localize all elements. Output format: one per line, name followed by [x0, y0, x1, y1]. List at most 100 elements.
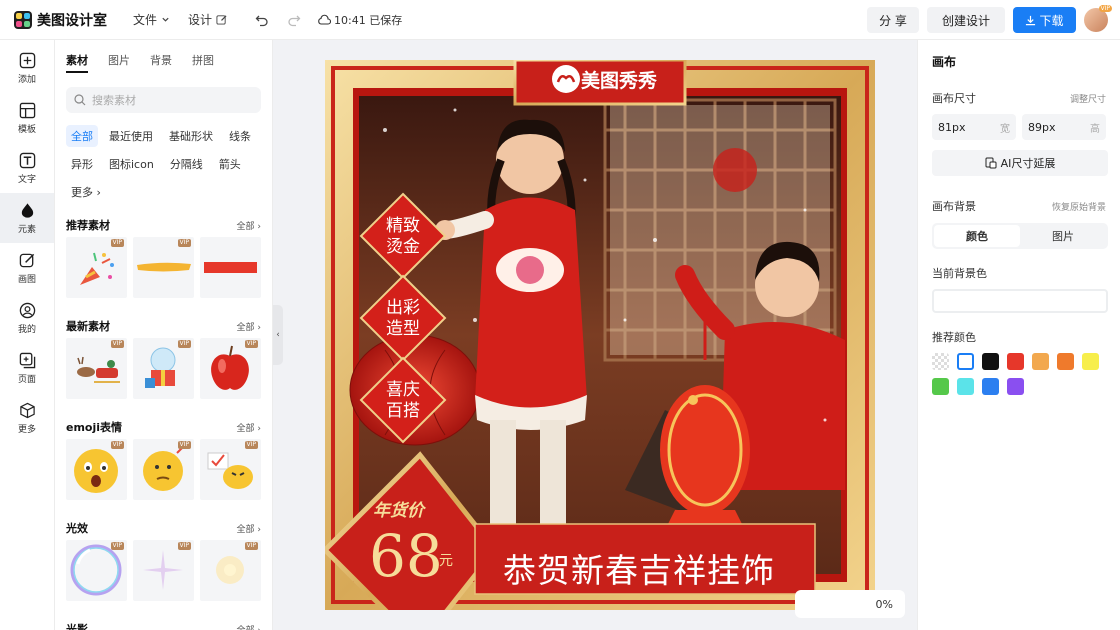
- rail-item-mine[interactable]: 我的: [0, 293, 54, 343]
- chip-icons[interactable]: 图标icon: [104, 153, 159, 175]
- asset-thumb[interactable]: VIP: [66, 237, 127, 298]
- chip-basic-shapes[interactable]: 基础形状: [164, 125, 218, 147]
- download-icon: [1026, 15, 1036, 25]
- restore-bg-link[interactable]: 恢复原始背景: [1052, 200, 1106, 213]
- cube-icon: [19, 402, 35, 418]
- asset-thumb[interactable]: VIP: [200, 540, 261, 601]
- vip-badge: VIP: [177, 441, 191, 449]
- asset-thumb[interactable]: VIP: [200, 338, 261, 399]
- bg-type-image[interactable]: 图片: [1020, 225, 1106, 247]
- section-light-shadow: 光影 全部 ›: [66, 617, 261, 630]
- rail-label: 画图: [17, 274, 36, 285]
- asset-thumb[interactable]: VIP: [66, 338, 127, 399]
- page-icon: [19, 352, 35, 368]
- width-value: 81px: [938, 120, 966, 134]
- swatch-purple[interactable]: [1007, 378, 1024, 395]
- tab-backgrounds[interactable]: 背景: [150, 52, 172, 73]
- app-logo[interactable]: 美图设计室: [14, 10, 107, 30]
- see-all-link[interactable]: 全部 ›: [237, 219, 261, 232]
- poster-price-tag: 年货价: [373, 501, 424, 521]
- redo-button[interactable]: [283, 9, 305, 31]
- create-design-button[interactable]: 创建设计: [927, 7, 1005, 33]
- canvas-settings-panel: 画布 画布尺寸 调整尺寸 81px 宽 89px 高 AI尺寸延展 画布背景 恢复原…: [917, 40, 1120, 630]
- rail-item-elements[interactable]: 元素: [0, 193, 54, 243]
- width-field[interactable]: 81px 宽: [932, 114, 1016, 140]
- undo-icon: [255, 15, 268, 26]
- swatch-transparent[interactable]: [932, 353, 949, 370]
- swatch-red[interactable]: [1007, 353, 1024, 370]
- asset-thumb[interactable]: VIP: [133, 237, 194, 298]
- vip-badge: VIP: [110, 239, 124, 247]
- logo-icon: [14, 10, 32, 29]
- chip-dividers[interactable]: 分隔线: [165, 153, 208, 175]
- current-bg-swatch[interactable]: [932, 289, 1108, 313]
- vip-badge: VIP: [244, 441, 258, 449]
- rail-item-text[interactable]: 文字: [0, 143, 54, 193]
- tab-materials[interactable]: 素材: [66, 52, 88, 73]
- ai-resize-icon: [985, 157, 997, 169]
- height-unit: 高: [1090, 123, 1100, 135]
- chip-lines[interactable]: 线条: [224, 125, 256, 147]
- asset-panel: 素材 图片 背景 拼图 搜索素材 全部 最近使用 基础形状 线条 异形 图标ic…: [55, 40, 273, 630]
- asset-thumb[interactable]: [200, 237, 261, 298]
- see-all-link[interactable]: 全部 ›: [237, 421, 261, 434]
- asset-thumb[interactable]: VIP: [200, 439, 261, 500]
- vip-badge: VIP: [244, 542, 258, 550]
- adjust-size-link[interactable]: 调整尺寸: [1070, 92, 1106, 105]
- bg-type-color[interactable]: 颜色: [934, 225, 1020, 247]
- rail-label: 元素: [17, 224, 36, 235]
- tab-images[interactable]: 图片: [108, 52, 130, 73]
- design-menu[interactable]: 设计: [188, 11, 227, 28]
- asset-thumb[interactable]: VIP: [66, 439, 127, 500]
- zoom-control[interactable]: 0%: [795, 590, 905, 618]
- swatch-black[interactable]: [982, 353, 999, 370]
- search-input[interactable]: 搜索素材: [66, 87, 261, 113]
- see-all-link[interactable]: 全部 ›: [237, 623, 261, 630]
- see-all-link[interactable]: 全部 ›: [237, 320, 261, 333]
- ai-size-expand-label: AI尺寸延展: [1000, 157, 1056, 170]
- asset-thumb[interactable]: VIP: [66, 540, 127, 601]
- avatar[interactable]: VIP: [1084, 5, 1112, 32]
- file-menu[interactable]: 文件: [133, 11, 170, 28]
- search-placeholder: 搜索素材: [92, 94, 136, 107]
- file-menu-label: 文件: [133, 13, 158, 27]
- swatch-white[interactable]: [957, 353, 974, 370]
- collapse-panel-button[interactable]: ‹: [273, 305, 283, 365]
- see-all-link[interactable]: 全部 ›: [237, 522, 261, 535]
- chip-more[interactable]: 更多 ›: [66, 181, 106, 203]
- asset-thumb[interactable]: VIP: [133, 439, 194, 500]
- share-button[interactable]: 分 享: [867, 7, 919, 33]
- rail-item-more[interactable]: 更多: [0, 393, 54, 443]
- download-button[interactable]: 下载: [1013, 7, 1076, 33]
- rail-item-template[interactable]: 模板: [0, 93, 54, 143]
- rail-item-add[interactable]: 添加: [0, 43, 54, 93]
- tab-collage[interactable]: 拼图: [192, 52, 214, 73]
- swatch-cyan[interactable]: [957, 378, 974, 395]
- chip-arrows[interactable]: 箭头: [214, 153, 246, 175]
- ai-size-expand-button[interactable]: AI尺寸延展: [932, 150, 1108, 176]
- swatch-orange[interactable]: [1057, 353, 1074, 370]
- rail-label: 页面: [17, 374, 36, 385]
- poster-badge-2: 出彩 造型: [386, 298, 420, 339]
- swatch-green[interactable]: [932, 378, 949, 395]
- swatch-light-orange[interactable]: [1032, 353, 1049, 370]
- chip-all[interactable]: 全部: [66, 125, 98, 147]
- rail-item-draw[interactable]: 画图: [0, 243, 54, 293]
- chip-irregular[interactable]: 异形: [66, 153, 98, 175]
- chip-recent[interactable]: 最近使用: [104, 125, 158, 147]
- asset-thumb[interactable]: VIP: [133, 540, 194, 601]
- section-title: 光影: [66, 623, 88, 630]
- vip-badge: VIP: [110, 542, 124, 550]
- height-field[interactable]: 89px 高: [1022, 114, 1106, 140]
- swatch-yellow[interactable]: [1082, 353, 1099, 370]
- swatch-blue[interactable]: [982, 378, 999, 395]
- asset-thumb[interactable]: VIP: [133, 338, 194, 399]
- save-status-text: 10:41 已保存: [334, 13, 403, 27]
- undo-button[interactable]: [251, 9, 273, 31]
- design-canvas[interactable]: 美图秀秀 精致 烫金 出彩 造型 喜庆 百搭 年货价 68 元 恭贺新春吉祥挂饰: [325, 60, 875, 610]
- rail-item-page[interactable]: 页面: [0, 343, 54, 393]
- poster-price-unit: 元: [439, 553, 453, 569]
- rail-label: 添加: [17, 74, 36, 85]
- avatar-vip-badge: VIP: [1098, 5, 1112, 12]
- text-icon: [19, 152, 35, 168]
